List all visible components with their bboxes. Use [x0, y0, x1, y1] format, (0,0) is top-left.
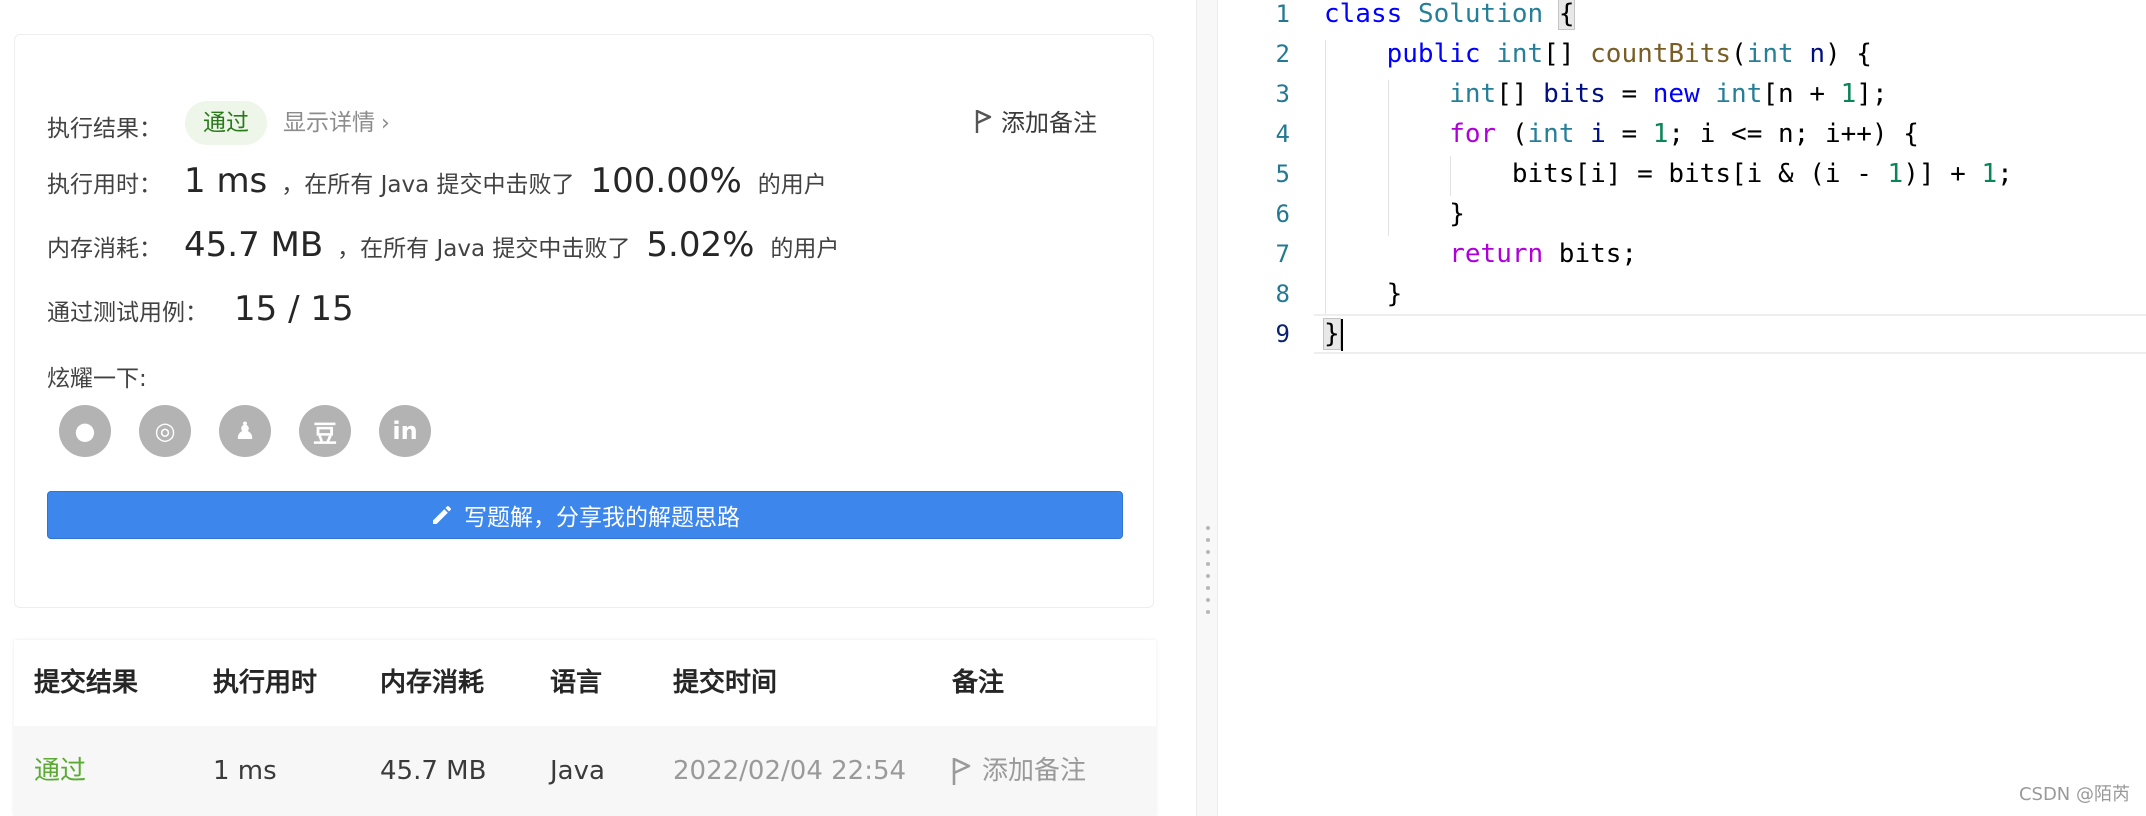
memory-percent: 5.02%: [646, 225, 755, 265]
line-number: 5: [1275, 160, 1290, 188]
table-row[interactable]: 通过 1 ms 45.7 MB Java 2022/02/04 22:54 添加…: [14, 726, 1156, 816]
memory-users-label: 的用户: [770, 236, 840, 262]
status-label: 执行结果：: [47, 116, 162, 142]
tests-row: 通过测试用例： 15 / 15: [47, 289, 354, 329]
result-card: 执行结果： 通过 显示详情 › 添加备注 执行用时： 1 ms ，在所有 Java…: [14, 34, 1154, 608]
panel-resize-handle[interactable]: [1196, 0, 1218, 816]
code-editor[interactable]: 1 class Solution { 2 public int[] countB…: [1218, 0, 2146, 816]
header-language: 语言: [550, 668, 603, 698]
share-qq-button[interactable]: ♟: [219, 405, 271, 457]
code-text: int[] bits = new int[n + 1];: [1449, 79, 1888, 109]
write-solution-label: 写题解，分享我的解题思路: [464, 505, 740, 531]
row-result-link[interactable]: 通过: [34, 726, 86, 816]
code-line: 9 }: [1218, 314, 2146, 354]
chevron-right-icon: ›: [381, 111, 390, 136]
line-number: 8: [1275, 280, 1290, 308]
code-line: 6 }: [1218, 194, 2146, 234]
memory-value: 45.7 MB: [184, 225, 324, 265]
pencil-icon: [433, 506, 451, 524]
code-line: 5 bits[i] = bits[i & (i - 1)] + 1;: [1218, 154, 2146, 194]
runtime-percent: 100.00%: [590, 161, 742, 201]
runtime-value: 1 ms: [184, 161, 268, 201]
status-badge: 通过: [185, 101, 267, 145]
flag-icon: [952, 757, 971, 785]
line-number: 2: [1275, 40, 1290, 68]
submission-result-panel: 执行结果： 通过 显示详情 › 添加备注 执行用时： 1 ms ，在所有 Java…: [0, 0, 1196, 816]
share-label: 炫耀一下:: [47, 366, 147, 392]
share-weibo-button[interactable]: ◎: [139, 405, 191, 457]
tests-value: 15 / 15: [234, 289, 354, 329]
add-note-button[interactable]: 添加备注: [975, 103, 1097, 138]
add-note-label: 添加备注: [1001, 109, 1097, 137]
row-note-label: 添加备注: [982, 756, 1087, 786]
runtime-users-label: 的用户: [757, 172, 827, 198]
weibo-icon: ◎: [154, 417, 176, 445]
memory-beat-text: ，在所有 Java 提交中击败了: [337, 236, 631, 262]
code-line: 4 for (int i = 1; i <= n; i++) {: [1218, 114, 2146, 154]
code-text: }: [1324, 199, 1465, 229]
tests-label: 通过测试用例：: [47, 300, 208, 326]
code-text: class Solution {: [1324, 0, 1576, 30]
runtime-beat-text: ，在所有 Java 提交中击败了: [281, 172, 575, 198]
text-cursor: [1340, 318, 1343, 351]
code-line: 7 return bits;: [1218, 234, 2146, 274]
share-buttons: ● ◎ ♟ 豆 in: [59, 405, 431, 457]
code-line: 8 }: [1218, 274, 2146, 314]
qq-icon: ♟: [234, 417, 256, 445]
table-header: 提交结果 执行用时 内存消耗 语言 提交时间 备注: [14, 640, 1156, 726]
row-runtime: 1 ms: [213, 756, 277, 786]
code-text: public int[] countBits(int n) {: [1386, 39, 1872, 69]
row-submit-time: 2022/02/04 22:54: [673, 756, 907, 786]
line-number: 4: [1275, 120, 1290, 148]
memory-row: 内存消耗： 45.7 MB ，在所有 Java 提交中击败了 5.02% 的用户: [47, 225, 839, 265]
wechat-icon: ●: [74, 417, 96, 445]
write-solution-button[interactable]: 写题解，分享我的解题思路: [47, 491, 1123, 539]
line-number: 1: [1275, 0, 1290, 28]
share-douban-button[interactable]: 豆: [299, 405, 351, 457]
line-number: 7: [1275, 240, 1290, 268]
row-language: Java: [550, 756, 605, 786]
code-text: }: [1324, 279, 1403, 309]
code-line: 1 class Solution {: [1218, 0, 2146, 34]
runtime-row: 执行用时： 1 ms ，在所有 Java 提交中击败了 100.00% 的用户: [47, 161, 827, 201]
runtime-label: 执行用时：: [47, 172, 162, 198]
submissions-table: 提交结果 执行用时 内存消耗 语言 提交时间 备注 通过 1 ms 45.7 M…: [14, 640, 1156, 816]
header-memory: 内存消耗: [380, 668, 485, 698]
details-link-label: 显示详情: [283, 110, 375, 136]
douban-icon: 豆: [313, 419, 337, 448]
line-number: 3: [1275, 80, 1290, 108]
memory-label: 内存消耗：: [47, 236, 162, 262]
line-number: 9: [1275, 320, 1290, 348]
code-line: 2 public int[] countBits(int n) {: [1218, 34, 2146, 74]
code-text: for (int i = 1; i <= n; i++) {: [1449, 119, 1919, 149]
header-note: 备注: [952, 668, 1005, 698]
header-result: 提交结果: [34, 668, 139, 698]
code-text: }: [1323, 314, 1343, 354]
code-text: bits[i] = bits[i & (i - 1)] + 1;: [1324, 159, 2013, 189]
header-submit-time: 提交时间: [673, 668, 778, 698]
show-details-link[interactable]: 显示详情 ›: [283, 101, 390, 146]
code-line: 3 int[] bits = new int[n + 1];: [1218, 74, 2146, 114]
row-add-note-button[interactable]: 添加备注: [952, 726, 1086, 816]
watermark: CSDN @陌芮: [2018, 784, 2130, 805]
code-text: return bits;: [1449, 239, 1638, 269]
share-wechat-button[interactable]: ●: [59, 405, 111, 457]
row-memory: 45.7 MB: [380, 756, 487, 786]
drag-grip-icon: [1206, 526, 1210, 614]
share-linkedin-button[interactable]: in: [379, 405, 431, 457]
line-number: 6: [1275, 200, 1290, 228]
header-runtime: 执行用时: [213, 668, 318, 698]
flag-icon: [975, 109, 992, 133]
linkedin-icon: in: [392, 417, 418, 445]
